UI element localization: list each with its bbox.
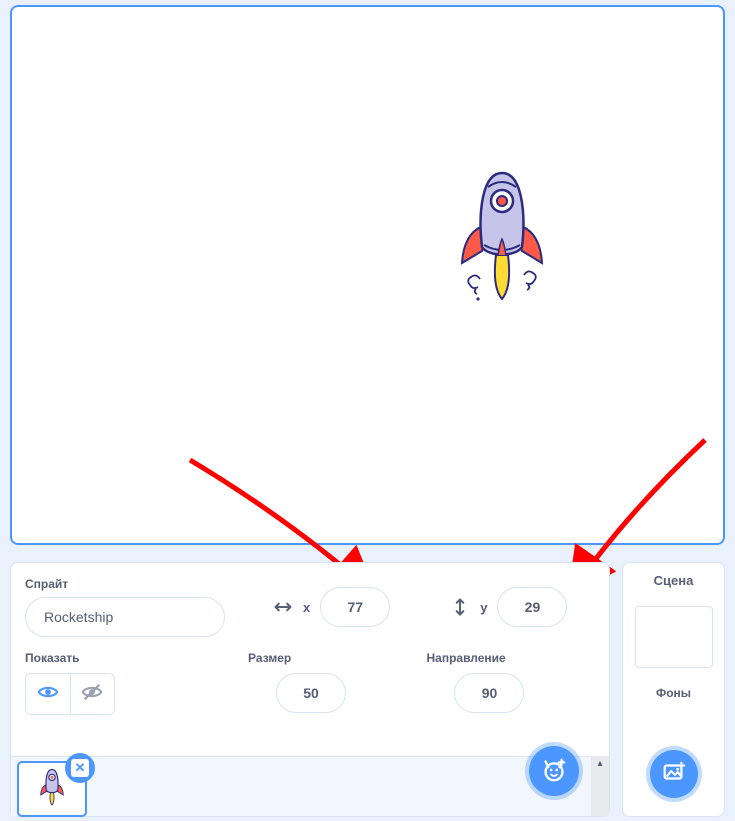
sprite-name-value: Rocketship bbox=[44, 609, 113, 625]
eye-off-icon bbox=[81, 681, 103, 708]
y-input[interactable]: 29 bbox=[497, 587, 567, 627]
x-label: x bbox=[303, 600, 310, 615]
horizontal-arrows-icon bbox=[273, 597, 293, 617]
stage-panel: Сцена Фоны bbox=[622, 562, 725, 817]
vertical-arrows-icon bbox=[450, 597, 470, 617]
show-sprite-button[interactable] bbox=[26, 674, 70, 714]
y-value: 29 bbox=[525, 599, 541, 615]
eye-icon bbox=[37, 681, 59, 708]
close-icon: ✕ bbox=[71, 759, 89, 777]
add-sprite-button[interactable] bbox=[529, 746, 579, 796]
visibility-toggle bbox=[25, 673, 115, 715]
sprite-list-scrollbar[interactable]: ▴ bbox=[591, 756, 609, 816]
sprite-thumbnail-image bbox=[35, 767, 69, 811]
x-input[interactable]: 77 bbox=[320, 587, 390, 627]
backdrops-label: Фоны bbox=[656, 686, 691, 700]
y-label: y bbox=[480, 600, 487, 615]
size-input[interactable]: 50 bbox=[276, 673, 346, 713]
image-plus-icon bbox=[661, 759, 687, 790]
hide-sprite-button[interactable] bbox=[70, 674, 114, 714]
x-value: 77 bbox=[347, 599, 363, 615]
stage-canvas[interactable] bbox=[12, 7, 723, 543]
delete-sprite-button[interactable]: ✕ bbox=[65, 753, 95, 783]
direction-section-label: Направление bbox=[426, 651, 595, 665]
sprite-info-panel: Спрайт Rocketship x 77 bbox=[10, 562, 610, 817]
stage-panel-title: Сцена bbox=[654, 573, 694, 588]
show-section-label: Показать bbox=[25, 651, 248, 665]
sprite-rocketship[interactable] bbox=[442, 167, 562, 317]
direction-input[interactable]: 90 bbox=[454, 673, 524, 713]
direction-value: 90 bbox=[482, 685, 498, 701]
sprite-list: ✕ ▴ bbox=[11, 756, 609, 816]
size-value: 50 bbox=[303, 685, 319, 701]
sprite-thumbnail[interactable]: ✕ bbox=[17, 761, 87, 817]
backdrop-thumbnail[interactable] bbox=[635, 606, 713, 668]
size-section-label: Размер bbox=[248, 651, 426, 665]
sprite-section-label: Спрайт bbox=[25, 577, 225, 591]
cat-plus-icon bbox=[539, 754, 569, 789]
scroll-up-icon[interactable]: ▴ bbox=[591, 756, 609, 770]
stage-area[interactable] bbox=[10, 5, 725, 545]
sprite-name-input[interactable]: Rocketship bbox=[25, 597, 225, 637]
add-backdrop-button[interactable] bbox=[650, 750, 698, 798]
